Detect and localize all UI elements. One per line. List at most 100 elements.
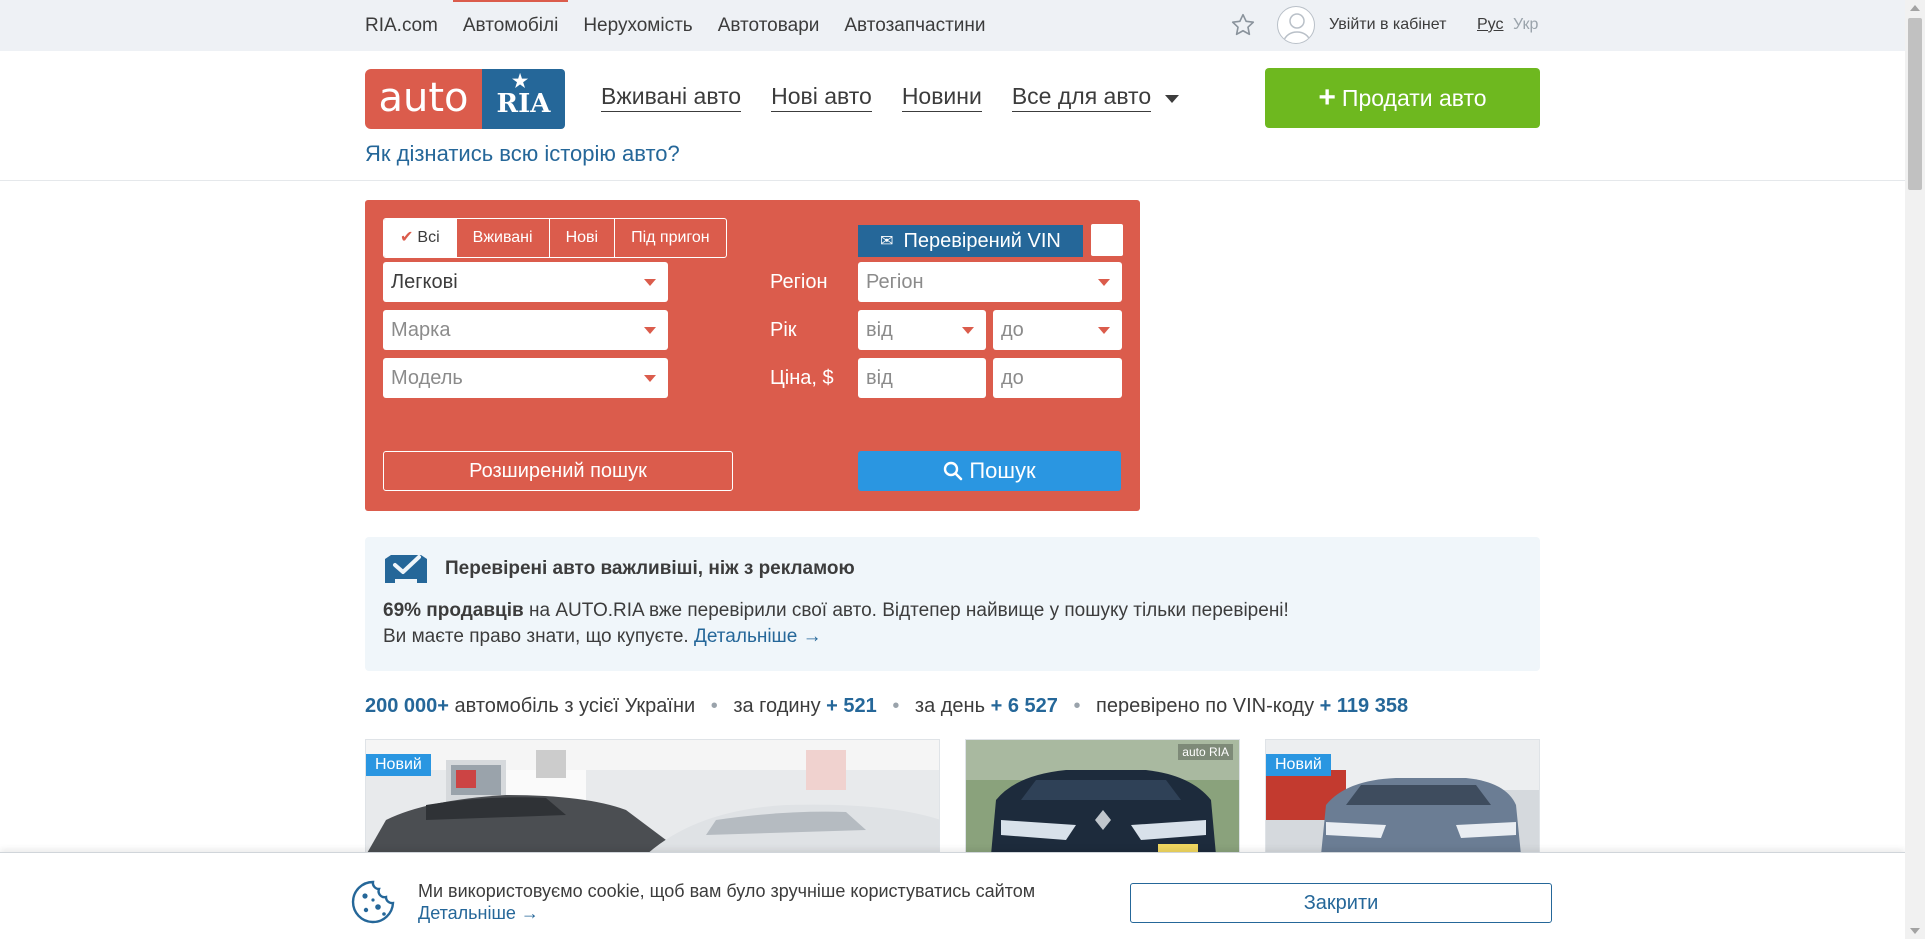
nav-all-for-cars[interactable]: Все для авто: [1011, 83, 1152, 112]
region-placeholder: Регіон: [866, 271, 924, 293]
region-label: Регіон: [770, 271, 828, 293]
year-from-placeholder: від: [866, 319, 893, 341]
verified-car-icon: [385, 555, 427, 583]
sell-car-label: Продати авто: [1341, 84, 1487, 111]
autoria-logo[interactable]: auto ★ RIA: [365, 69, 565, 129]
page-scrollbar[interactable]: [1905, 0, 1925, 939]
stats-hour-value: + 521: [826, 695, 877, 717]
car-card-large[interactable]: Новий: [365, 739, 940, 854]
vehicle-type-value: Легкові: [391, 271, 458, 293]
sell-car-button[interactable]: + Продати авто: [1265, 68, 1540, 128]
price-from-placeholder: від: [866, 367, 893, 389]
chevron-down-icon: [644, 327, 656, 334]
year-from-select[interactable]: від: [858, 310, 986, 350]
year-to-select[interactable]: до: [993, 310, 1122, 350]
nav-new-cars[interactable]: Нові авто: [771, 83, 872, 112]
lang-ua-link[interactable]: Укр: [1513, 16, 1538, 34]
stats-total: 200 000+: [365, 695, 449, 717]
verified-vin-badge[interactable]: ✉ Перевірений VIN: [858, 225, 1083, 257]
cookie-icon: [351, 880, 395, 924]
stats-day-value: + 6 527: [990, 695, 1058, 717]
car-history-link[interactable]: Як дізнатись всю історію авто?: [365, 141, 680, 167]
search-button-label: Пошук: [969, 458, 1036, 483]
stats-line: 200 000+ автомобіль з усієї України • за…: [365, 695, 1408, 718]
logo-ria-text: RIA: [496, 89, 551, 119]
chevron-down-icon: [644, 279, 656, 286]
brand-select[interactable]: Марка: [383, 310, 668, 350]
stats-vin-value: + 119 358: [1319, 695, 1409, 717]
top-nav-realty[interactable]: Нерухомість: [583, 15, 692, 37]
top-nav-autogoods[interactable]: Автотовари: [718, 15, 820, 37]
stats-separator: •: [1073, 695, 1081, 717]
login-link[interactable]: Увійти в кабінет: [1329, 16, 1446, 34]
main-nav: Вживані авто Нові авто Новини Все для ав…: [601, 83, 1180, 112]
stats-total-text: автомобіль з усієї України: [448, 695, 696, 717]
segment-import[interactable]: Під пригон: [614, 219, 726, 257]
nav-used-cars[interactable]: Вживані авто: [601, 83, 742, 112]
user-avatar-icon[interactable]: [1277, 6, 1315, 44]
region-select[interactable]: Регіон: [858, 262, 1122, 302]
banner-line2-text: Ви маєте право знати, що купуєте.: [383, 626, 694, 647]
year-label: Рік: [770, 319, 797, 341]
new-badge: Новий: [366, 754, 431, 776]
top-nav-cars[interactable]: Автомобілі: [452, 0, 569, 37]
banner-bold: 69% продавців: [383, 600, 524, 621]
cookie-details-link[interactable]: Детальніше →: [418, 903, 539, 924]
price-label: Ціна, $: [770, 367, 834, 389]
search-button[interactable]: Пошук: [858, 451, 1121, 491]
logo-auto-part: auto: [365, 69, 482, 129]
scrollbar-thumb[interactable]: [1908, 18, 1922, 190]
segment-all-label: Всі: [417, 229, 440, 246]
price-to-input[interactable]: до: [993, 358, 1122, 398]
banner-details-link[interactable]: Детальніше →: [694, 626, 822, 647]
chevron-down-icon[interactable]: [1165, 95, 1180, 103]
brand-placeholder: Марка: [391, 319, 451, 341]
scroll-up-arrow-icon[interactable]: [1910, 5, 1920, 11]
cookie-text: Ми використовуємо cookie, щоб вам було з…: [418, 881, 1036, 901]
banner-title: Перевірені авто важливіші, ніж з рекламо…: [445, 558, 855, 579]
logo-ria-part: ★ RIA: [482, 69, 565, 129]
car-card-landrover[interactable]: Новий: [1265, 739, 1540, 854]
cookie-close-button[interactable]: Закрити: [1130, 883, 1552, 923]
plus-icon: +: [1318, 81, 1336, 114]
logo-star-icon: ★: [512, 71, 529, 92]
cookie-bar: Ми використовуємо cookie, щоб вам було з…: [0, 852, 1905, 939]
search-icon: [944, 461, 963, 481]
top-nav: RIA.com Автомобілі Нерухомість Автотовар…: [365, 0, 1011, 37]
stats-vin-text: перевірено по VIN-коду: [1096, 695, 1315, 717]
year-to-placeholder: до: [1001, 319, 1024, 341]
nav-news[interactable]: Новини: [901, 83, 982, 112]
segment-all[interactable]: ✔ Всі: [384, 219, 456, 257]
segment-used[interactable]: Вживані: [455, 219, 549, 257]
search-form: ✔ Всі Вживані Нові Під пригон ✉ Перевірен…: [365, 200, 1140, 511]
chevron-down-icon: [962, 327, 974, 334]
favorites-star-icon[interactable]: [1230, 12, 1256, 38]
verified-vin-checkbox[interactable]: [1091, 224, 1123, 256]
price-from-input[interactable]: від: [858, 358, 986, 398]
lang-ru-link[interactable]: Рус: [1477, 16, 1504, 34]
extended-search-button[interactable]: Розширений пошук: [383, 451, 733, 491]
car-photo: [366, 740, 939, 853]
new-badge: Новий: [1266, 754, 1331, 776]
vehicle-type-select[interactable]: Легкові: [383, 262, 668, 302]
chevron-down-icon: [1098, 327, 1110, 334]
model-placeholder: Модель: [391, 367, 463, 389]
top-nav-autoparts[interactable]: Автозапчастини: [844, 15, 985, 37]
car-card-renault[interactable]: auto RIA: [965, 739, 1240, 854]
price-to-placeholder: до: [1001, 367, 1024, 389]
stats-day-text: за день: [914, 695, 986, 717]
site-header: auto ★ RIA Вживані авто Нові авто Новини…: [0, 51, 1905, 181]
stats-separator: •: [892, 695, 900, 717]
banner-line1: 69% продавців на AUTO.RIA вже перевірили…: [383, 600, 1289, 622]
verified-vin-label: Перевірений VIN: [903, 229, 1061, 252]
chevron-down-icon: [644, 375, 656, 382]
scroll-down-arrow-icon[interactable]: [1910, 928, 1920, 934]
top-nav-ria[interactable]: RIA.com: [365, 15, 438, 37]
model-select[interactable]: Модель: [383, 358, 668, 398]
vin-check-icon: ✉: [880, 233, 894, 250]
check-icon: ✔: [400, 229, 414, 246]
card-watermark: auto RIA: [1178, 744, 1233, 760]
segment-new[interactable]: Нові: [548, 219, 615, 257]
stats-separator: •: [710, 695, 718, 717]
condition-segments: ✔ Всі Вживані Нові Під пригон: [383, 218, 727, 258]
